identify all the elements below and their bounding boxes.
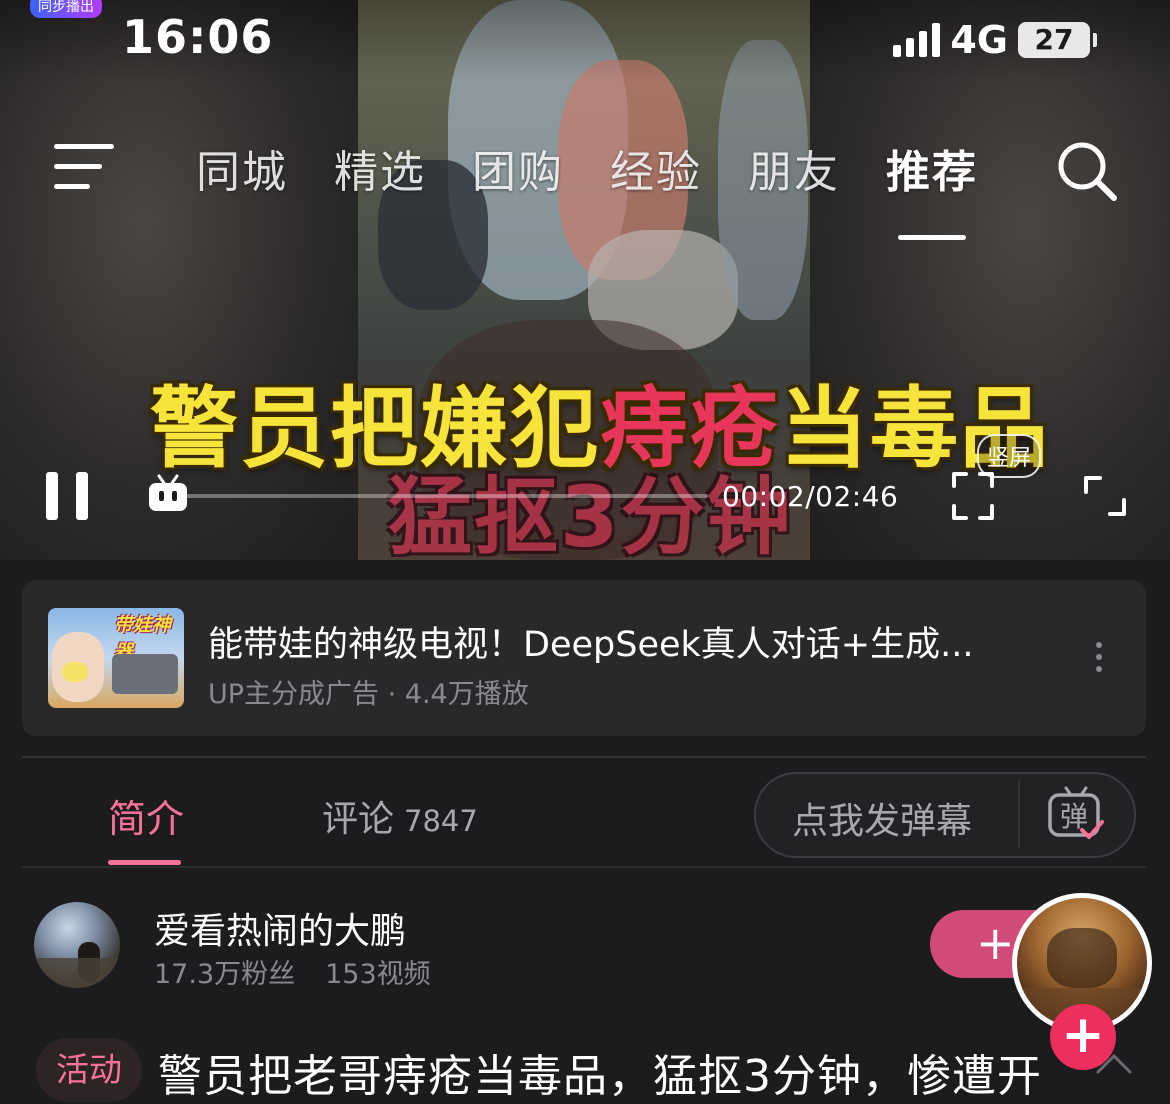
ad-card[interactable]: 带娃神器 能带娃的神级电视！DeepSeek真人对话+生成... UP主分成广告… xyxy=(22,580,1146,736)
tab-comments-label: 评论 xyxy=(322,799,395,840)
pause-button[interactable] xyxy=(46,472,88,520)
chevron-up-icon[interactable] xyxy=(1094,1050,1134,1076)
ad-title[interactable]: 能带娃的神级电视！DeepSeek真人对话+生成... xyxy=(208,616,974,667)
battery-icon: 27 xyxy=(1018,22,1097,58)
fullscreen-icon[interactable] xyxy=(952,472,994,520)
more-options-icon[interactable] xyxy=(1096,642,1104,676)
status-indicators: 4G 27 xyxy=(893,18,1097,62)
tab-intro[interactable]: 简介 xyxy=(108,788,184,843)
tab-group-buy[interactable]: 团购 xyxy=(472,136,564,200)
tab-active-indicator xyxy=(108,860,181,865)
uploader-stats: 17.3万粉丝 153视频 xyxy=(154,952,431,991)
video-title: 警员把老哥痔疮当毒品，猛抠3分钟，惨遭开 xyxy=(158,1051,1042,1102)
uploader-name[interactable]: 爱看热闹的大鹏 xyxy=(154,902,406,954)
progress-thumb-tv-icon[interactable] xyxy=(146,474,190,514)
video-player[interactable]: 同步播出 16:06 4G 27 同城 精选 团购 经验 朋友 推荐 警员把嫌犯… xyxy=(0,0,1170,560)
danmaku-input[interactable]: 点我发弹幕 弹 xyxy=(754,772,1136,858)
tab-nearby[interactable]: 同城 xyxy=(196,136,288,200)
tab-recommended[interactable]: 推荐 xyxy=(886,136,978,240)
divider xyxy=(22,756,1146,758)
divider xyxy=(22,866,1146,868)
network-label: 4G xyxy=(950,18,1008,62)
playback-time: 00:02/02:46 xyxy=(722,480,899,513)
ad-thumbnail: 带娃神器 xyxy=(48,608,184,708)
status-time: 16:06 xyxy=(122,10,274,64)
status-app-badge: 同步播出 xyxy=(30,0,102,18)
tab-friends[interactable]: 朋友 xyxy=(748,136,840,200)
comment-count: 7847 xyxy=(404,804,478,838)
tab-comments[interactable]: 评论 7847 xyxy=(322,790,478,842)
danmaku-toggle-icon[interactable]: 弹 xyxy=(1046,784,1106,844)
ad-subtitle: UP主分成广告 · 4.4万播放 xyxy=(208,679,529,710)
uploader-avatar[interactable] xyxy=(34,902,120,988)
follower-count: 17.3万粉丝 xyxy=(154,959,296,990)
tab-experience[interactable]: 经验 xyxy=(610,136,702,200)
follow-plus-label: + xyxy=(976,916,1015,970)
danmaku-placeholder: 点我发弹幕 xyxy=(792,801,973,842)
top-nav-tabs: 同城 精选 团购 经验 朋友 推荐 xyxy=(196,136,978,240)
danmaku-separator xyxy=(1018,780,1020,848)
activity-tag[interactable]: 活动 xyxy=(36,1038,142,1102)
progress-bar[interactable] xyxy=(168,494,708,498)
rotate-screen-icon[interactable] xyxy=(1084,476,1126,516)
tab-featured[interactable]: 精选 xyxy=(334,136,426,200)
menu-icon[interactable] xyxy=(54,144,114,190)
signal-icon xyxy=(893,23,941,57)
search-icon[interactable] xyxy=(1056,140,1118,202)
video-count: 153视频 xyxy=(325,959,431,990)
danmaku-icon-label: 弹 xyxy=(1060,800,1088,833)
